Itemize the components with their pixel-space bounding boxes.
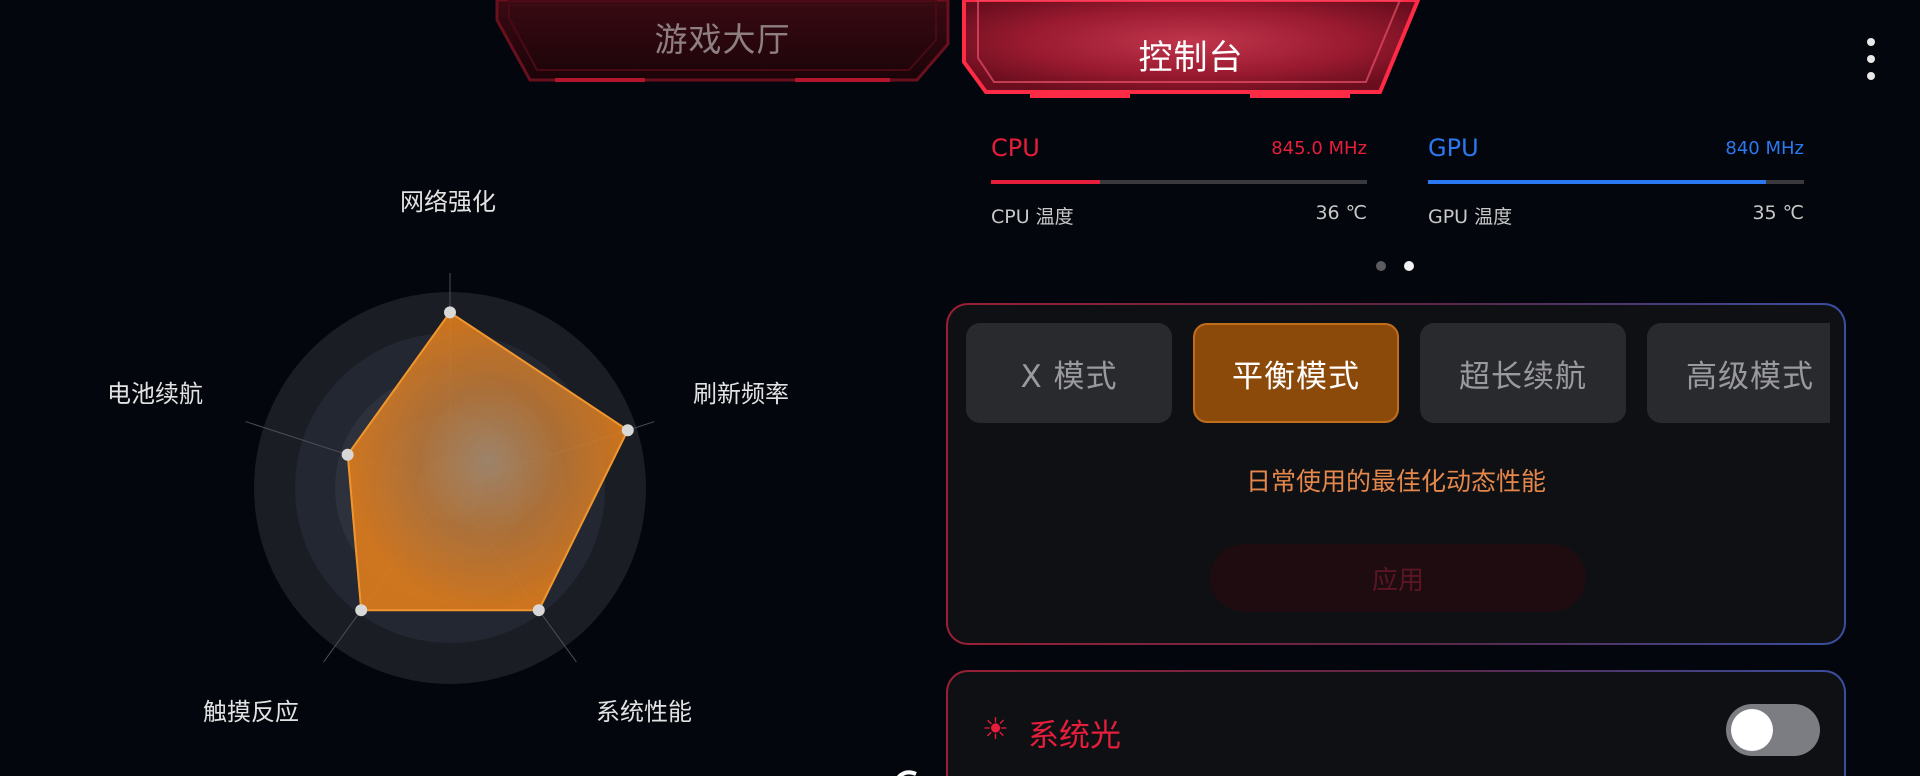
gpu-stat: GPU 840 MHz GPU 温度 35 ℃ bbox=[1428, 130, 1804, 230]
cpu-temp-label: CPU 温度 bbox=[991, 206, 1074, 228]
cpu-load-fill bbox=[991, 180, 1101, 184]
gpu-label: GPU bbox=[1428, 134, 1479, 162]
gpu-load-fill bbox=[1428, 180, 1767, 184]
radar-point-refresh bbox=[621, 424, 634, 437]
apply-button[interactable]: 应用 bbox=[1210, 544, 1586, 612]
mode-ultra-battery-button[interactable]: 超长续航 bbox=[1420, 323, 1626, 423]
game-genie-screen: 游戏大厅 控制台 网络强化 刷新频率 系统性能 触摸反应 电池续航 CPU 84… bbox=[0, 0, 1920, 776]
gpu-load-bar bbox=[1428, 180, 1804, 184]
mode-advanced-button[interactable]: 高级模式 bbox=[1647, 323, 1830, 423]
tab-lobby-label: 游戏大厅 bbox=[654, 20, 791, 59]
radar-point-touch bbox=[355, 604, 368, 617]
edge-handle-icon bbox=[897, 770, 917, 776]
page-dot-1[interactable] bbox=[1376, 261, 1386, 271]
sun-icon: ☀ bbox=[982, 712, 1009, 747]
gpu-frequency: 840 MHz bbox=[1725, 138, 1804, 159]
cpu-label: CPU bbox=[991, 134, 1040, 162]
gpu-temp-value: 35 ℃ bbox=[1752, 202, 1804, 224]
radar-point-network bbox=[444, 306, 456, 319]
stats-page-indicator[interactable] bbox=[1376, 261, 1414, 271]
mode-x-button[interactable]: X 模式 bbox=[966, 323, 1172, 423]
more-vertical-icon[interactable] bbox=[1856, 38, 1886, 80]
gpu-temp-label: GPU 温度 bbox=[1428, 206, 1513, 228]
radar-chart bbox=[245, 273, 655, 684]
cpu-stat: CPU 845.0 MHz CPU 温度 36 ℃ bbox=[991, 130, 1367, 230]
tab-console-label: 控制台 bbox=[1138, 38, 1244, 78]
radar-label-refresh: 刷新频率 bbox=[693, 380, 789, 408]
mode-description: 日常使用的最佳化动态性能 bbox=[1245, 467, 1546, 496]
cpu-temp-value: 36 ℃ bbox=[1315, 202, 1367, 224]
radar-point-performance bbox=[532, 604, 545, 617]
performance-radar: 网络强化 刷新频率 系统性能 触摸反应 电池续航 bbox=[0, 120, 940, 776]
cpu-load-bar bbox=[991, 180, 1367, 184]
radar-label-network: 网络强化 bbox=[400, 188, 496, 216]
cpu-frequency: 845.0 MHz bbox=[1271, 138, 1367, 159]
system-light-panel: ☀ 系统光 bbox=[946, 670, 1846, 776]
tab-console[interactable]: 控制台 bbox=[960, 0, 1422, 100]
radar-label-touch: 触摸反应 bbox=[203, 698, 299, 726]
page-dot-2[interactable] bbox=[1404, 261, 1414, 271]
radar-label-performance: 系统性能 bbox=[596, 698, 692, 726]
tab-game-lobby[interactable]: 游戏大厅 bbox=[495, 0, 950, 86]
system-light-title: 系统光 bbox=[1028, 718, 1121, 754]
toggle-knob bbox=[1731, 709, 1773, 751]
system-light-toggle[interactable] bbox=[1726, 704, 1820, 756]
radar-label-battery: 电池续航 bbox=[107, 380, 203, 408]
mode-balance-button[interactable]: 平衡模式 bbox=[1193, 323, 1399, 423]
mode-panel: X 模式 平衡模式 超长续航 高级模式 日常使用的最佳化动态性能 应用 bbox=[946, 303, 1846, 645]
radar-point-battery bbox=[341, 448, 354, 461]
mode-selector[interactable]: X 模式 平衡模式 超长续航 高级模式 bbox=[966, 323, 1830, 423]
